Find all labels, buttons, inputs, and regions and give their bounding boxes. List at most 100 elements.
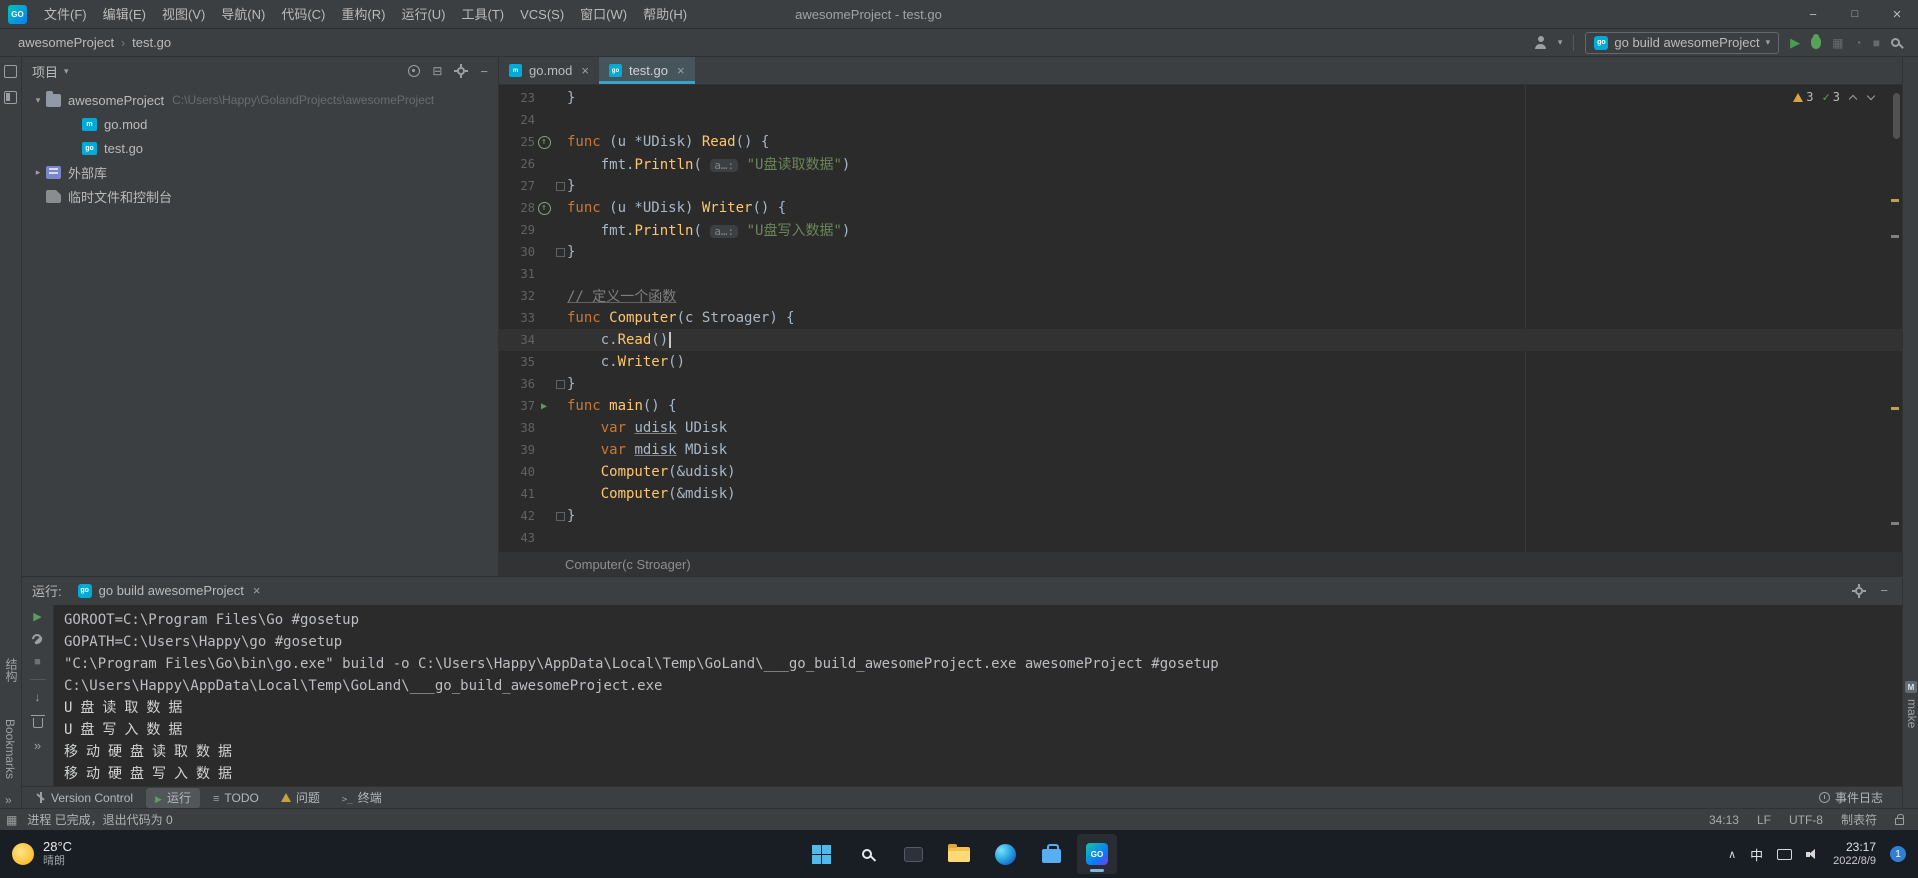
ime-indicator[interactable]: 中 bbox=[1750, 845, 1763, 864]
close-button[interactable] bbox=[1876, 0, 1918, 28]
stripe-mark[interactable] bbox=[1891, 235, 1899, 238]
toolwindow-button[interactable]: 问题 bbox=[272, 788, 329, 808]
project-tool-icon[interactable] bbox=[4, 65, 17, 78]
menu-item[interactable]: 编辑(E) bbox=[95, 0, 154, 29]
breadcrumb-item[interactable]: test.go bbox=[132, 35, 171, 50]
toolwindow-button[interactable]: 终端 bbox=[333, 788, 391, 808]
line-ending[interactable]: LF bbox=[1757, 813, 1771, 827]
fold-marker-icon[interactable] bbox=[553, 512, 567, 521]
run-console[interactable]: GOROOT=C:\Program Files\Go #gosetup GOPAT… bbox=[54, 605, 1902, 786]
close-icon[interactable]: × bbox=[253, 583, 261, 598]
code-line[interactable]: 30} bbox=[499, 241, 1902, 263]
gear-icon[interactable] bbox=[1852, 583, 1867, 598]
make-tool-icon[interactable]: M bbox=[1905, 681, 1917, 693]
hide-panel-icon[interactable]: − bbox=[1880, 583, 1888, 598]
clear-console-icon[interactable] bbox=[30, 714, 45, 728]
menu-item[interactable]: 导航(N) bbox=[213, 0, 273, 29]
run-gutter-icon[interactable] bbox=[535, 401, 553, 412]
lock-icon[interactable] bbox=[1895, 814, 1904, 825]
profiler-button[interactable]: ◔ bbox=[1855, 37, 1862, 49]
line-number[interactable]: 28 bbox=[499, 201, 535, 215]
code-line[interactable]: 42} bbox=[499, 505, 1902, 527]
rerun-button[interactable] bbox=[33, 612, 41, 623]
tray-display-icon[interactable] bbox=[1777, 848, 1793, 860]
search-everywhere-icon[interactable] bbox=[1891, 38, 1900, 47]
stripe-mark[interactable] bbox=[1891, 522, 1899, 525]
code-line[interactable]: 40 Computer(&udisk) bbox=[499, 461, 1902, 483]
code-line[interactable]: 25 func (u *UDisk) Read() { bbox=[499, 131, 1902, 153]
implements-gutter-icon[interactable] bbox=[535, 202, 553, 215]
minimize-button[interactable] bbox=[1792, 0, 1834, 28]
gear-icon[interactable] bbox=[454, 64, 469, 78]
menu-item[interactable]: 窗口(W) bbox=[572, 0, 635, 29]
menu-item[interactable]: 视图(V) bbox=[154, 0, 213, 29]
fold-marker-icon[interactable] bbox=[553, 248, 567, 257]
more-tool-windows-icon[interactable]: » bbox=[5, 793, 12, 807]
line-number[interactable]: 30 bbox=[499, 245, 535, 259]
notification-badge[interactable]: 1 bbox=[1890, 846, 1906, 862]
context-function[interactable]: Computer(c Stroager) bbox=[565, 557, 691, 572]
toolwindow-button[interactable]: Version Control bbox=[27, 788, 142, 808]
goland-taskbar-button[interactable]: GO bbox=[1077, 834, 1117, 874]
line-number[interactable]: 34 bbox=[499, 333, 535, 347]
code-line[interactable]: 24 bbox=[499, 109, 1902, 131]
fold-marker-icon[interactable] bbox=[553, 182, 567, 191]
menu-item[interactable]: 工具(T) bbox=[453, 0, 512, 29]
stop-button[interactable] bbox=[34, 657, 41, 668]
menu-item[interactable]: 运行(U) bbox=[393, 0, 453, 29]
close-icon[interactable]: × bbox=[677, 63, 685, 78]
close-icon[interactable]: × bbox=[581, 63, 589, 78]
coverage-button[interactable]: ▦ bbox=[1832, 37, 1843, 49]
line-number[interactable]: 35 bbox=[499, 355, 535, 369]
menu-item[interactable]: 重构(R) bbox=[333, 0, 393, 29]
taskbar-search-button[interactable] bbox=[847, 834, 887, 874]
toolwindow-button[interactable]: TODO bbox=[204, 788, 268, 808]
editor-tab[interactable]: test.go × bbox=[598, 57, 695, 84]
toolwindow-button[interactable]: 事件日志 bbox=[1810, 788, 1892, 808]
code-line[interactable]: 32 // 定义一个函数 bbox=[499, 285, 1902, 307]
code-line[interactable]: 43 bbox=[499, 527, 1902, 549]
editor-tab[interactable]: go.mod × bbox=[499, 57, 599, 84]
scroll-to-end-icon[interactable] bbox=[35, 691, 41, 704]
line-number[interactable]: 43 bbox=[499, 531, 535, 545]
menu-item[interactable]: 文件(F) bbox=[36, 0, 95, 29]
code-line[interactable]: 31 bbox=[499, 263, 1902, 285]
volume-icon[interactable] bbox=[1806, 848, 1819, 860]
caret-position[interactable]: 34:13 bbox=[1709, 813, 1739, 827]
chevron-icon[interactable]: ▾ bbox=[30, 95, 46, 106]
tree-item[interactable]: ▾ awesomeProject C:\Users\Happy\GolandProj… bbox=[22, 88, 498, 112]
tree-item[interactable]: ▸ 外部库 bbox=[22, 160, 498, 184]
line-number[interactable]: 33 bbox=[499, 311, 535, 325]
structure-tool-button[interactable]: 结构 bbox=[3, 658, 20, 682]
line-number[interactable]: 31 bbox=[499, 267, 535, 281]
start-button[interactable] bbox=[801, 834, 841, 874]
bookmarks-tool-button[interactable]: Bookmarks bbox=[3, 719, 17, 779]
hide-panel-icon[interactable]: − bbox=[480, 64, 488, 79]
code-area[interactable]: 23} 24 25 func (u *UDisk) Read() {26 fmt.Pr… bbox=[499, 85, 1902, 549]
code-line[interactable]: 33 func Computer(c Stroager) { bbox=[499, 307, 1902, 329]
edit-configuration-icon[interactable] bbox=[32, 634, 44, 646]
line-number[interactable]: 24 bbox=[499, 113, 535, 127]
debug-button[interactable] bbox=[1811, 34, 1822, 49]
clock-widget[interactable]: 23:17 2022/8/9 bbox=[1833, 840, 1876, 869]
locate-file-icon[interactable] bbox=[408, 65, 421, 77]
code-line[interactable]: 28 func (u *UDisk) Writer() { bbox=[499, 197, 1902, 219]
line-number[interactable]: 39 bbox=[499, 443, 535, 457]
line-number[interactable]: 23 bbox=[499, 91, 535, 105]
menu-item[interactable]: 帮助(H) bbox=[635, 0, 695, 29]
line-number[interactable]: 42 bbox=[499, 509, 535, 523]
menu-item[interactable]: VCS(S) bbox=[512, 0, 572, 29]
toolwindow-button[interactable]: 运行 bbox=[146, 787, 200, 808]
stop-button[interactable]: ■ bbox=[1873, 37, 1880, 49]
line-number[interactable]: 38 bbox=[499, 421, 535, 435]
fold-marker-icon[interactable] bbox=[553, 380, 567, 389]
line-number[interactable]: 25 bbox=[499, 135, 535, 149]
line-number[interactable]: 26 bbox=[499, 157, 535, 171]
task-view-button[interactable] bbox=[893, 834, 933, 874]
next-problem-icon[interactable] bbox=[1867, 93, 1876, 102]
line-number[interactable]: 27 bbox=[499, 179, 535, 193]
run-button[interactable] bbox=[1790, 34, 1800, 52]
chevron-icon[interactable]: ▸ bbox=[30, 167, 46, 178]
code-line[interactable]: 39 var mdisk MDisk bbox=[499, 439, 1902, 461]
file-encoding[interactable]: UTF-8 bbox=[1789, 813, 1823, 827]
